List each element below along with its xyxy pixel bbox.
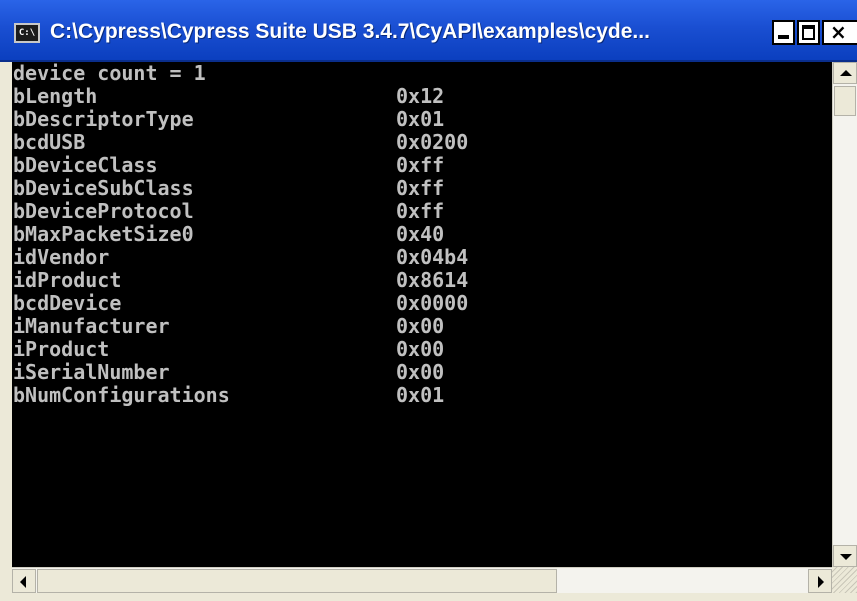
- arrow-right-icon: [818, 576, 824, 588]
- descriptor-row: idVendor 0x04b4: [13, 245, 468, 269]
- field-value: 0xff: [396, 199, 445, 223]
- vertical-scrollbar[interactable]: [832, 62, 857, 567]
- window-title: C:\Cypress\Cypress Suite USB 3.4.7\CyAPI…: [50, 20, 650, 43]
- close-icon: ×: [830, 20, 847, 44]
- field-value: 0x12: [396, 84, 445, 108]
- descriptor-row: iProduct 0x00: [13, 337, 444, 361]
- field-value: 0xff: [396, 153, 445, 177]
- field-value: 0xff: [396, 176, 445, 200]
- descriptor-row: bDeviceProtocol 0xff: [13, 200, 444, 223]
- descriptor-row: bLength 0x12: [13, 84, 444, 108]
- arrow-down-icon: [840, 554, 852, 560]
- window-bottom-border: [0, 593, 857, 601]
- close-button[interactable]: ×: [822, 20, 857, 45]
- descriptor-row: bDeviceSubClass 0xff: [13, 177, 444, 200]
- scroll-left-button[interactable]: [12, 569, 36, 593]
- descriptor-row: bcdUSB 0x0200: [13, 130, 468, 154]
- field-name: iSerialNumber: [13, 360, 170, 384]
- field-name: iManufacturer: [13, 314, 170, 338]
- descriptor-row: iSerialNumber 0x00: [13, 361, 444, 384]
- arrow-up-icon: [840, 70, 852, 76]
- vertical-scroll-thumb[interactable]: [834, 86, 856, 116]
- field-name: bcdDevice: [13, 291, 122, 315]
- window-client-area: device count = 1 bLength 0x12 bDescripto…: [0, 62, 857, 601]
- field-name: bDeviceProtocol: [13, 199, 194, 223]
- descriptor-row: bMaxPacketSize0 0x40: [13, 223, 444, 246]
- field-name: bDeviceSubClass: [13, 176, 194, 200]
- device-count-line: device count = 1: [13, 62, 206, 85]
- field-name: bDescriptorType: [13, 107, 194, 131]
- console-output[interactable]: device count = 1 bLength 0x12 bDescripto…: [12, 62, 832, 567]
- maximize-icon: [802, 25, 815, 40]
- field-name: bcdUSB: [13, 130, 86, 154]
- console-window: C:\ C:\Cypress\Cypress Suite USB 3.4.7\C…: [0, 0, 857, 601]
- descriptor-row: bNumConfigurations 0x01: [13, 384, 444, 407]
- minimize-button[interactable]: [772, 20, 795, 45]
- scroll-right-button[interactable]: [808, 569, 832, 593]
- title-bar[interactable]: C:\ C:\Cypress\Cypress Suite USB 3.4.7\C…: [0, 0, 857, 62]
- field-name: idVendor: [13, 245, 110, 269]
- field-value: 0x01: [396, 383, 445, 407]
- maximize-button[interactable]: [797, 20, 820, 45]
- field-value: 0x01: [396, 107, 445, 131]
- field-value: 0x04b4: [396, 245, 469, 269]
- scroll-down-button[interactable]: [833, 545, 857, 567]
- descriptor-row: bDescriptorType 0x01: [13, 108, 444, 131]
- descriptor-row: iManufacturer 0x00: [13, 315, 444, 338]
- field-value: 0x00: [396, 360, 445, 384]
- field-name: iProduct: [13, 337, 110, 361]
- horizontal-scroll-thumb[interactable]: [37, 569, 557, 593]
- field-name: bDeviceClass: [13, 153, 158, 177]
- descriptor-row: idProduct 0x8614: [13, 269, 468, 292]
- field-value: 0x8614: [396, 268, 469, 292]
- field-name: bMaxPacketSize0: [13, 222, 194, 246]
- field-value: 0x0000: [396, 291, 469, 315]
- field-value: 0x40: [396, 222, 445, 246]
- field-value: 0x00: [396, 314, 445, 338]
- minimize-icon: [778, 35, 789, 39]
- horizontal-scrollbar[interactable]: [12, 567, 832, 593]
- field-name: bNumConfigurations: [13, 383, 230, 407]
- field-name: bLength: [13, 84, 98, 108]
- field-value: 0x00: [396, 337, 445, 361]
- descriptor-row: bcdDevice 0x0000: [13, 292, 468, 315]
- console-app-icon[interactable]: C:\: [14, 23, 40, 43]
- scroll-up-button[interactable]: [833, 62, 857, 84]
- field-value: 0x0200: [396, 130, 469, 154]
- resize-grip[interactable]: [832, 567, 857, 593]
- descriptor-row: bDeviceClass 0xff: [13, 154, 444, 177]
- arrow-left-icon: [20, 576, 26, 588]
- field-name: idProduct: [13, 268, 122, 292]
